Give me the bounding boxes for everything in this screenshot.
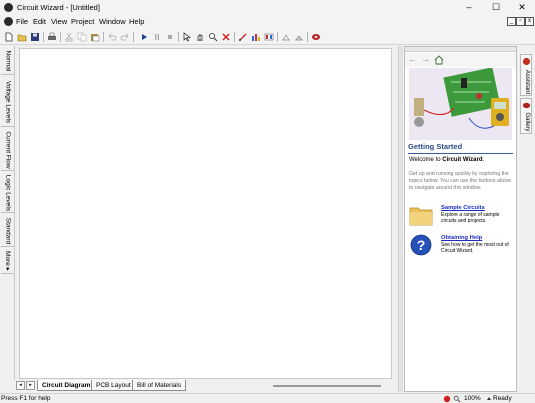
side-panel-tabs: Assistant Gallery <box>517 46 535 392</box>
tab-pcb-layout[interactable]: PCB Layout <box>91 380 136 391</box>
getting-started-heading: Getting Started <box>408 142 463 151</box>
record-icon[interactable] <box>311 32 321 42</box>
toolbar-separator <box>307 32 308 42</box>
tab-gallery[interactable]: Gallery <box>520 98 532 134</box>
zoom-level[interactable]: 100% <box>464 395 481 402</box>
toolbar-separator <box>60 32 61 42</box>
assistant-panel-header <box>405 47 516 52</box>
menu-project[interactable]: Project <box>71 17 94 26</box>
alert-icon[interactable] <box>443 395 451 403</box>
svg-text:?: ? <box>417 237 426 253</box>
components-icon[interactable] <box>264 32 274 42</box>
undo-icon[interactable] <box>107 32 117 42</box>
minimize-button[interactable]: – <box>459 1 479 13</box>
status-ready: Ready <box>493 395 512 402</box>
tab-assistant[interactable]: Assistant <box>520 54 532 96</box>
menu-help[interactable]: Help <box>129 17 144 26</box>
tab-bill-of-materials[interactable]: Bill of Materials <box>132 380 187 391</box>
toolbar-separator <box>178 32 179 42</box>
open-icon[interactable] <box>17 32 27 42</box>
home-icon[interactable] <box>434 55 444 65</box>
title-bar: Circuit Wizard - [Untitled] – ☐ ✕ <box>0 0 535 15</box>
tab-voltage-levels[interactable]: Voltage Levels <box>1 77 14 127</box>
obtaining-help-description: See how to get the most out of Circuit W… <box>441 242 509 254</box>
stop-icon[interactable] <box>165 32 175 42</box>
panel-splitter[interactable] <box>398 46 403 392</box>
assistant-icon <box>522 57 531 66</box>
mdi-close-button[interactable]: x <box>525 17 534 26</box>
tab-next-button[interactable]: ▸ <box>26 381 35 390</box>
gallery-icon <box>522 102 531 109</box>
obtaining-help-link[interactable]: Obtaining Help <box>441 235 482 241</box>
assistant-panel: ← → Getting Started Welcome to Circuit W… <box>404 46 517 392</box>
zoom-level-icon[interactable] <box>453 395 461 403</box>
toolbar-separator <box>103 32 104 42</box>
toolbar-separator <box>43 32 44 42</box>
new-icon[interactable] <box>4 32 14 42</box>
mdi-restore-button[interactable]: ▫ <box>516 17 525 26</box>
assistant-nav-bar: ← → <box>405 53 516 67</box>
heading-divider <box>408 153 513 154</box>
menu-edit[interactable]: Edit <box>33 17 46 26</box>
app-icon[interactable] <box>4 3 13 12</box>
circuit-canvas[interactable] <box>19 48 392 379</box>
back-arrow-icon[interactable]: ← <box>408 54 417 64</box>
caret-up-icon[interactable] <box>486 395 492 403</box>
welcome-text: Welcome to Circuit Wizard. <box>409 157 485 163</box>
play-icon[interactable] <box>139 32 149 42</box>
cut-icon[interactable] <box>64 32 74 42</box>
status-help-text: Press F1 for help <box>1 395 51 402</box>
zoom-icon[interactable] <box>208 32 218 42</box>
document-icon[interactable] <box>4 17 13 26</box>
toolbar-separator <box>277 32 278 42</box>
pcb-icon[interactable] <box>294 32 304 42</box>
window-title: Circuit Wizard - [Untitled] <box>17 3 100 12</box>
mdi-minimize-button[interactable]: _ <box>507 17 516 26</box>
paste-icon[interactable] <box>90 32 100 42</box>
forward-arrow-icon[interactable]: → <box>421 54 430 64</box>
graph-icon[interactable] <box>251 32 261 42</box>
print-icon[interactable] <box>47 32 57 42</box>
pan-icon[interactable] <box>195 32 205 42</box>
toolbar <box>0 29 535 45</box>
pointer-icon[interactable] <box>182 32 192 42</box>
pause-icon[interactable] <box>152 32 162 42</box>
sample-circuits-link[interactable]: Sample Circuits <box>441 205 485 211</box>
delete-icon[interactable] <box>221 32 231 42</box>
horizontal-scrollbar[interactable] <box>273 385 381 387</box>
tab-more[interactable]: More ▸ <box>1 249 14 274</box>
view-mode-tabs: Normal Voltage Levels Current Flow Logic… <box>0 46 15 380</box>
copy-icon[interactable] <box>77 32 87 42</box>
tab-circuit-diagram[interactable]: Circuit Diagram <box>37 380 96 391</box>
save-icon[interactable] <box>30 32 40 42</box>
folder-icon[interactable] <box>409 204 433 226</box>
circuit-illustration <box>409 68 512 140</box>
help-icon[interactable]: ? <box>409 234 433 256</box>
sample-circuits-description: Explore a range of sample circuits and p… <box>441 212 500 224</box>
tab-prev-button[interactable]: ◂ <box>16 381 25 390</box>
menu-bar: File Edit View Project Window Help _ ▫ x <box>0 15 535 29</box>
probe-icon[interactable] <box>238 32 248 42</box>
tab-normal[interactable]: Normal <box>1 48 14 75</box>
toolbar-separator <box>133 32 134 42</box>
menu-file[interactable]: File <box>16 17 28 26</box>
close-button[interactable]: ✕ <box>512 1 532 13</box>
intro-text: Get up and running quickly by exploring … <box>409 171 512 191</box>
maximize-button[interactable]: ☐ <box>486 1 506 13</box>
tab-logic-levels[interactable]: Logic Levels <box>1 173 14 213</box>
menu-view[interactable]: View <box>51 17 67 26</box>
redo-icon[interactable] <box>120 32 130 42</box>
analysis-icon[interactable] <box>281 32 291 42</box>
tab-current-flow[interactable]: Current Flow <box>1 129 14 171</box>
menu-window[interactable]: Window <box>99 17 126 26</box>
toolbar-separator <box>234 32 235 42</box>
status-bar: Press F1 for help 100% Ready <box>0 393 535 403</box>
document-tab-strip: ◂ ▸ Circuit Diagram PCB Layout Bill of M… <box>15 380 395 392</box>
tab-standard[interactable]: Standard <box>1 215 14 247</box>
